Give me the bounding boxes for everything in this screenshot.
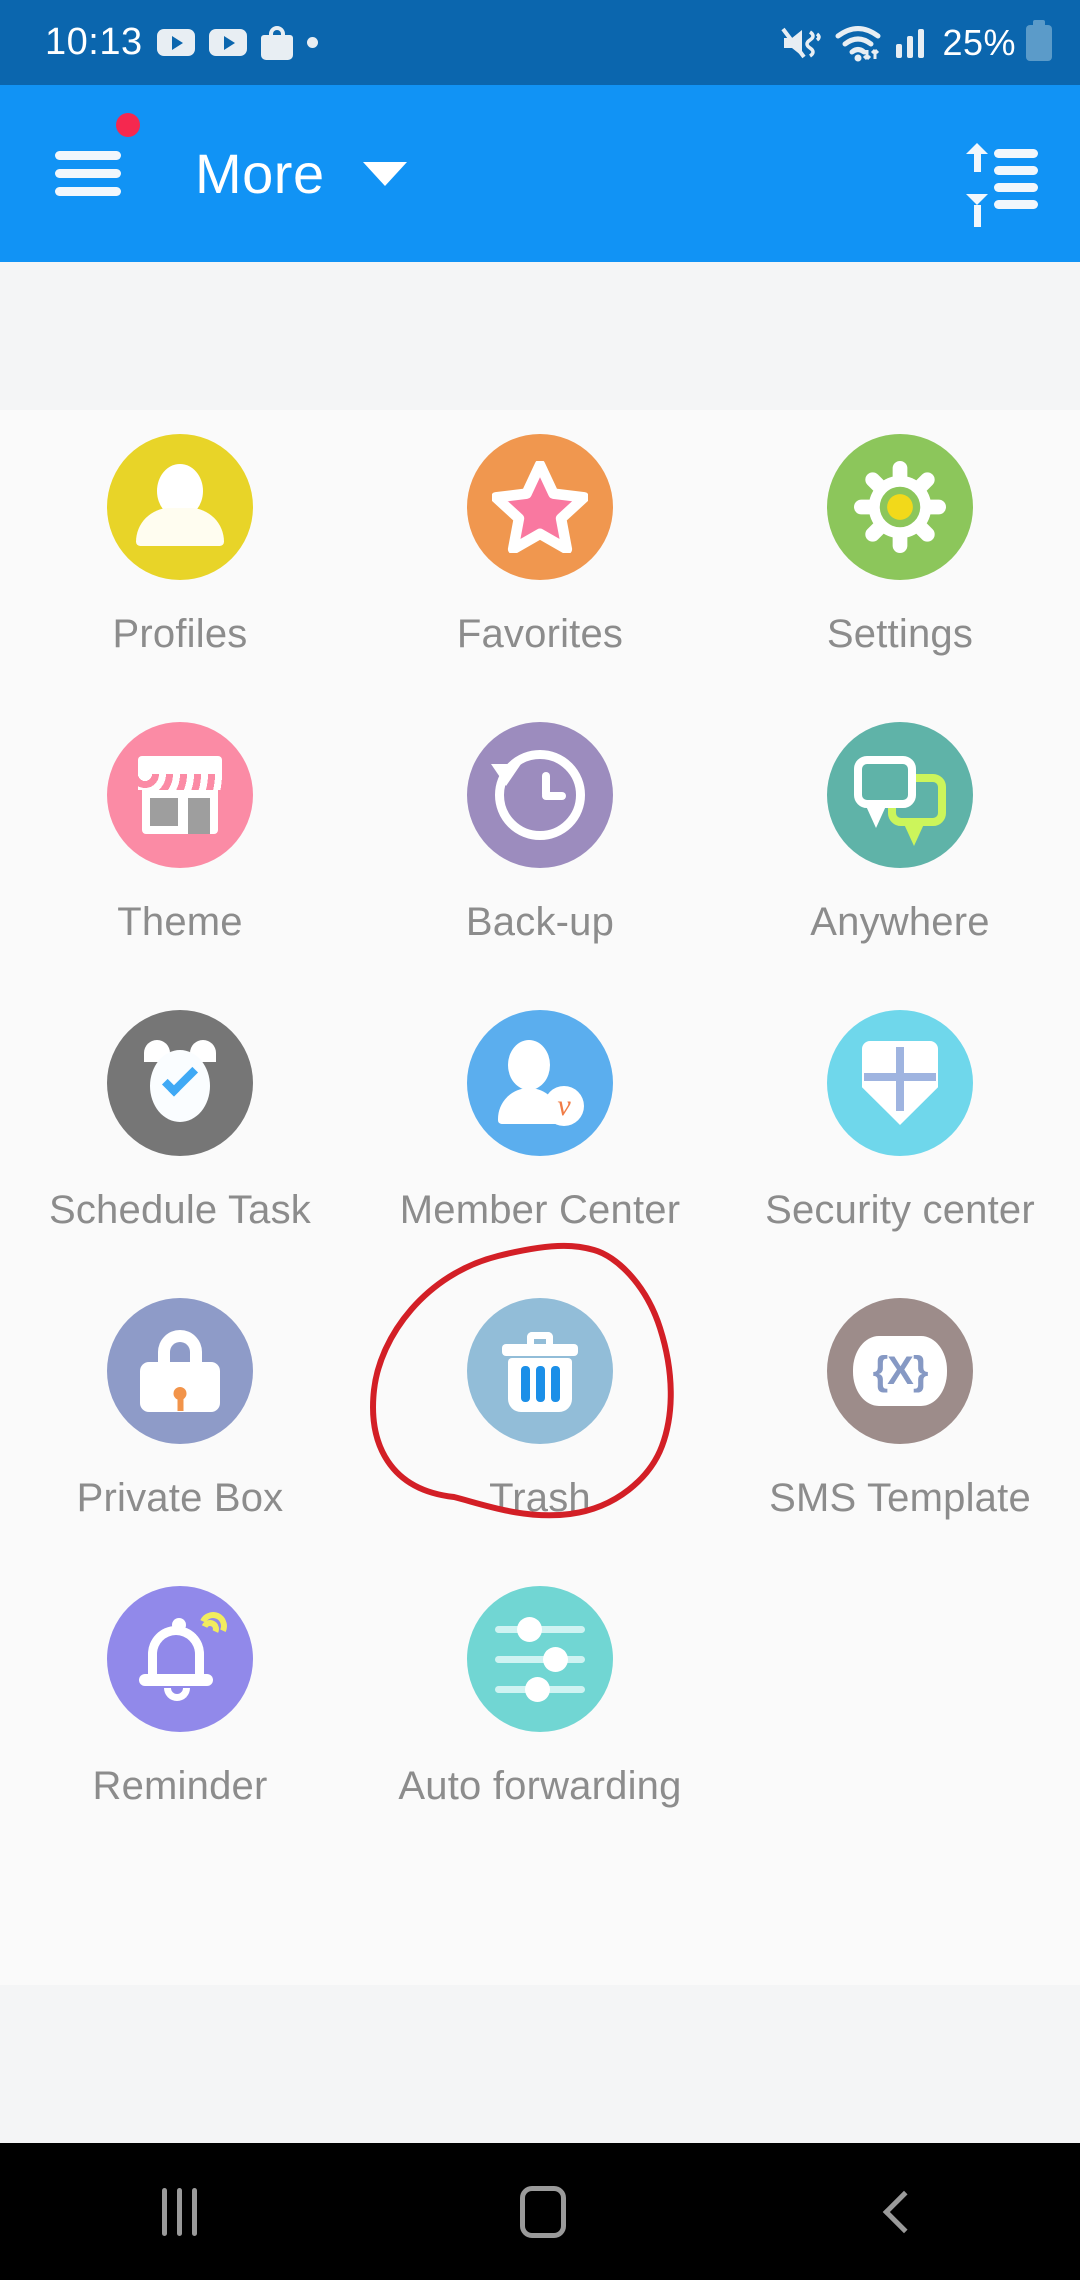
grid-item-anywhere[interactable]: Anywhere: [720, 722, 1080, 1010]
shield-icon: [827, 1010, 973, 1156]
grid-item-label: Favorites: [456, 612, 624, 656]
grid-item-label: Reminder: [92, 1764, 268, 1808]
status-bar-left: 10:13: [45, 21, 780, 64]
hamburger-menu-icon[interactable]: [55, 113, 140, 205]
member-badge-icon: v: [467, 1010, 613, 1156]
grid-item-label: Schedule Task: [48, 1188, 312, 1232]
padlock-icon: [107, 1298, 253, 1444]
grid-item-label: Settings: [826, 612, 974, 656]
grid-item-label: Theme: [117, 900, 243, 944]
grid-item-label: Back-up: [465, 900, 615, 944]
grid-item-schedule-task[interactable]: Schedule Task: [0, 1010, 360, 1298]
page-title: More: [195, 142, 325, 205]
wifi-icon: [835, 25, 881, 61]
status-bar-right: 25%: [780, 19, 1052, 64]
grid-item-label: Trash: [489, 1476, 591, 1520]
battery-percentage: 25%: [942, 21, 1016, 63]
status-bar: 10:13 25%: [0, 0, 1080, 85]
grid-item-profiles[interactable]: Profiles: [0, 434, 360, 722]
notification-dot-icon: [306, 37, 318, 48]
system-nav-bar: [0, 2143, 1080, 2280]
grid-item-backup[interactable]: Back-up: [360, 722, 720, 1010]
grid-item-label: Auto forwarding: [398, 1764, 682, 1808]
grid-item-private-box[interactable]: Private Box: [0, 1298, 360, 1586]
feature-grid: Profiles Favorites Settings Theme Back-u…: [0, 434, 1080, 1874]
signal-bars-icon: [896, 28, 925, 58]
alarm-clock-icon: [107, 1010, 253, 1156]
clock-restore-icon: [467, 722, 613, 868]
grid-item-label: SMS Template: [769, 1476, 1031, 1520]
braces-x-icon: {X}: [827, 1298, 973, 1444]
bell-icon: [107, 1586, 253, 1732]
content-bottom-spacer: [0, 1985, 1080, 2143]
grid-item-theme[interactable]: Theme: [0, 722, 360, 1010]
grid-item-label: Member Center: [399, 1188, 681, 1232]
battery-icon: [1026, 19, 1052, 61]
sliders-icon: [467, 1586, 613, 1732]
home-button[interactable]: [519, 2185, 566, 2238]
content-top-spacer: [0, 262, 1080, 410]
trash-can-icon: [467, 1298, 613, 1444]
sort-list-icon[interactable]: [962, 142, 1038, 227]
grid-item-member-center[interactable]: v Member Center: [360, 1010, 720, 1298]
status-bar-clock: 10:13: [45, 21, 143, 63]
chevron-down-icon[interactable]: [362, 161, 407, 186]
back-button[interactable]: [882, 2190, 925, 2233]
grid-item-favorites[interactable]: Favorites: [360, 434, 720, 722]
grid-item-trash[interactable]: Trash: [360, 1298, 720, 1586]
feature-grid-panel: Profiles Favorites Settings Theme Back-u…: [0, 410, 1080, 1985]
grid-item-settings[interactable]: Settings: [720, 434, 1080, 722]
notification-badge: [116, 113, 140, 137]
grid-item-reminder[interactable]: Reminder: [0, 1586, 360, 1874]
grid-item-auto-forwarding[interactable]: Auto forwarding: [360, 1586, 720, 1874]
app-bar: More: [0, 85, 1080, 262]
grid-item-label: Security center: [765, 1188, 1035, 1232]
gear-icon: [827, 434, 973, 580]
grid-item-security-center[interactable]: Security center: [720, 1010, 1080, 1298]
grid-item-label: Private Box: [76, 1476, 284, 1520]
grid-item-sms-template[interactable]: {X} SMS Template: [720, 1298, 1080, 1586]
star-icon: [467, 434, 613, 580]
grid-item-label: Profiles: [112, 612, 248, 656]
shopping-bag-icon: [260, 25, 293, 60]
mute-vibrate-icon: [781, 27, 822, 58]
youtube-play-icon: [208, 29, 247, 56]
storefront-icon: [107, 722, 253, 868]
person-icon: [107, 434, 253, 580]
grid-item-empty: [720, 1586, 1080, 1874]
recents-button[interactable]: [161, 2187, 197, 2236]
chat-bubbles-icon: [827, 722, 973, 868]
youtube-play-icon: [156, 29, 195, 56]
grid-item-label: Anywhere: [810, 900, 990, 944]
